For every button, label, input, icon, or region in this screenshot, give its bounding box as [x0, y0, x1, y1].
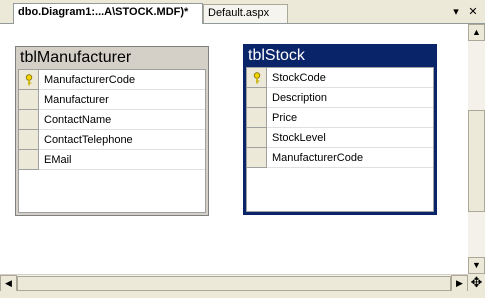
- column-row[interactable]: Price: [247, 108, 433, 128]
- table-tblstock[interactable]: tblStock StockCode Description Price Sto…: [243, 44, 437, 215]
- column-name: Description: [272, 92, 328, 104]
- column-row[interactable]: ContactName: [19, 110, 205, 130]
- column-row[interactable]: ManufacturerCode: [19, 70, 205, 90]
- tab-diagram[interactable]: dbo.Diagram1:...A\STOCK.MDF)*: [13, 3, 203, 24]
- column-name: StockLevel: [272, 132, 326, 144]
- scroll-down-icon[interactable]: ▼: [468, 257, 485, 274]
- close-icon[interactable]: ✕: [466, 5, 480, 19]
- column-list: ManufacturerCode Manufacturer ContactNam…: [18, 69, 206, 213]
- primary-key-icon: [253, 72, 261, 84]
- vertical-scrollbar[interactable]: ▲ ▼: [468, 24, 485, 274]
- horizontal-scroll-thumb[interactable]: [17, 276, 451, 291]
- tab-default-aspx[interactable]: Default.aspx: [203, 4, 288, 23]
- pan-move-icon[interactable]: ✥: [468, 274, 485, 291]
- column-name: ManufacturerCode: [272, 152, 364, 164]
- column-row[interactable]: Manufacturer: [19, 90, 205, 110]
- column-row[interactable]: ContactTelephone: [19, 130, 205, 150]
- column-name: Price: [272, 112, 298, 124]
- column-name: StockCode: [272, 72, 326, 84]
- row-selector[interactable]: [19, 150, 39, 170]
- document-tab-strip: dbo.Diagram1:...A\STOCK.MDF)* Default.as…: [0, 0, 485, 24]
- column-name: ContactTelephone: [44, 134, 133, 146]
- column-row[interactable]: Description: [247, 88, 433, 108]
- row-selector[interactable]: [247, 148, 267, 168]
- tab-dropdown-icon[interactable]: ▾: [449, 5, 463, 19]
- window-bottom-edge: [0, 291, 485, 298]
- row-selector[interactable]: [19, 130, 39, 150]
- table-title[interactable]: tblStock: [244, 45, 436, 67]
- table-tblmanufacturer[interactable]: tblManufacturer ManufacturerCode Manufac…: [15, 46, 209, 216]
- row-selector[interactable]: [247, 108, 267, 128]
- row-selector[interactable]: [19, 70, 39, 90]
- column-name: Manufacturer: [44, 94, 109, 106]
- row-selector[interactable]: [247, 68, 267, 88]
- scroll-left-icon[interactable]: ◀: [0, 275, 17, 292]
- row-selector[interactable]: [247, 128, 267, 148]
- column-name: ManufacturerCode: [44, 74, 136, 86]
- column-name: EMail: [44, 154, 72, 166]
- row-selector[interactable]: [19, 110, 39, 130]
- row-selector[interactable]: [247, 88, 267, 108]
- row-selector[interactable]: [19, 90, 39, 110]
- column-row[interactable]: EMail: [19, 150, 205, 170]
- horizontal-scrollbar[interactable]: ◀ ▶: [0, 274, 468, 292]
- scroll-right-icon[interactable]: ▶: [451, 275, 468, 292]
- vertical-scroll-thumb[interactable]: [468, 110, 485, 212]
- scroll-up-icon[interactable]: ▲: [468, 24, 485, 41]
- column-row[interactable]: StockCode: [247, 68, 433, 88]
- column-row[interactable]: ManufacturerCode: [247, 148, 433, 168]
- column-list: StockCode Description Price StockLevel M…: [246, 67, 434, 212]
- diagram-canvas[interactable]: tblManufacturer ManufacturerCode Manufac…: [0, 24, 468, 274]
- column-row[interactable]: StockLevel: [247, 128, 433, 148]
- table-title[interactable]: tblManufacturer: [16, 47, 208, 69]
- primary-key-icon: [25, 74, 33, 86]
- column-name: ContactName: [44, 114, 112, 126]
